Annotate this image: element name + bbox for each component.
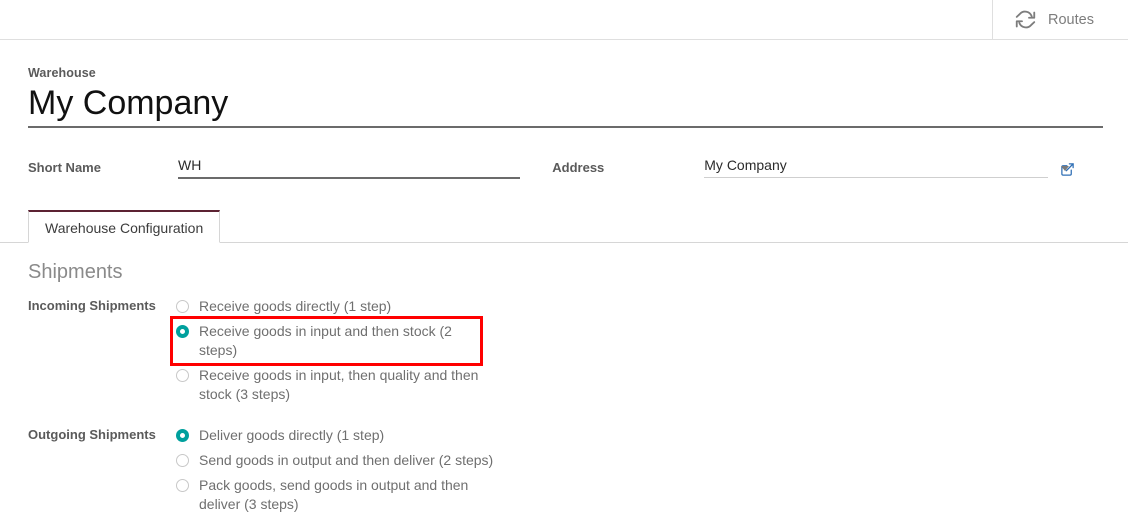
chevron-down-icon[interactable] xyxy=(1061,166,1070,171)
shipments-group-title: Shipments xyxy=(28,261,123,283)
top-statusbar: Routes xyxy=(0,0,1128,40)
tab-warehouse-configuration[interactable]: Warehouse Configuration xyxy=(28,210,221,243)
incoming-option-3-label: Receive goods in input, then quality and… xyxy=(199,367,479,402)
incoming-option-1[interactable]: Receive goods directly (1 step) xyxy=(176,294,1100,319)
field-row-primary: Short Name WH Address My Company xyxy=(28,156,1100,179)
tab-warehouse-configuration-label: Warehouse Configuration xyxy=(45,220,204,236)
address-label: Address xyxy=(552,160,605,175)
smart-button-routes-label: Routes xyxy=(1048,11,1094,28)
smart-button-routes[interactable]: Routes xyxy=(992,0,1128,39)
refresh-cycle-icon xyxy=(1015,9,1036,30)
field-group-short-name: Short Name WH xyxy=(28,156,552,179)
record-title-block: Warehouse My Company xyxy=(28,40,1103,128)
outgoing-option-2-label: Send goods in output and then deliver (2… xyxy=(199,452,494,468)
outgoing-option-1-label: Deliver goods directly (1 step) xyxy=(199,427,385,443)
radio-unchecked-icon[interactable] xyxy=(176,479,189,492)
short-name-input[interactable]: WH xyxy=(178,156,520,179)
outgoing-shipments-label: Outgoing Shipments xyxy=(28,427,156,442)
outgoing-option-2[interactable]: Send goods in output and then deliver (2… xyxy=(176,448,1100,473)
outgoing-option-3[interactable]: Pack goods, send goods in output and the… xyxy=(176,473,1100,517)
warehouse-configuration-page: Shipments Incoming Shipments Receive goo… xyxy=(0,243,1128,517)
outgoing-shipments-row: Outgoing Shipments Deliver goods directl… xyxy=(28,423,1100,517)
outgoing-option-1[interactable]: Deliver goods directly (1 step) xyxy=(176,423,1100,448)
short-name-control[interactable]: WH xyxy=(178,156,520,179)
incoming-option-2[interactable]: Receive goods in input and then stock (2… xyxy=(170,316,483,366)
incoming-shipments-row: Incoming Shipments Receive goods directl… xyxy=(28,294,1100,407)
radio-checked-icon[interactable] xyxy=(176,429,189,442)
record-sheet: Warehouse My Company Short Name WH Addre… xyxy=(0,40,1128,179)
incoming-shipments-label: Incoming Shipments xyxy=(28,298,156,313)
outgoing-shipments-options: Deliver goods directly (1 step) Send goo… xyxy=(176,423,1100,517)
incoming-option-1-label: Receive goods directly (1 step) xyxy=(199,298,392,314)
incoming-option-3[interactable]: Receive goods in input, then quality and… xyxy=(176,363,1100,407)
record-title-label: Warehouse xyxy=(28,66,96,80)
radio-unchecked-icon[interactable] xyxy=(176,369,189,382)
short-name-label: Short Name xyxy=(28,160,101,175)
field-group-address: Address My Company xyxy=(552,156,1100,179)
address-control[interactable]: My Company xyxy=(704,156,1075,178)
notebook-tabs: Warehouse Configuration xyxy=(0,209,1128,243)
incoming-option-2-label: Receive goods in input and then stock (2… xyxy=(199,323,452,358)
radio-unchecked-icon[interactable] xyxy=(176,300,189,313)
radio-unchecked-icon[interactable] xyxy=(176,454,189,467)
warehouse-name-field[interactable]: My Company xyxy=(28,82,1103,128)
radio-checked-icon[interactable] xyxy=(176,325,189,338)
outgoing-option-3-label: Pack goods, send goods in output and the… xyxy=(199,477,469,512)
incoming-shipments-options: Receive goods directly (1 step) Receive … xyxy=(170,294,1100,407)
address-input[interactable]: My Company xyxy=(704,156,1049,178)
warehouse-name-value[interactable]: My Company xyxy=(28,84,228,122)
